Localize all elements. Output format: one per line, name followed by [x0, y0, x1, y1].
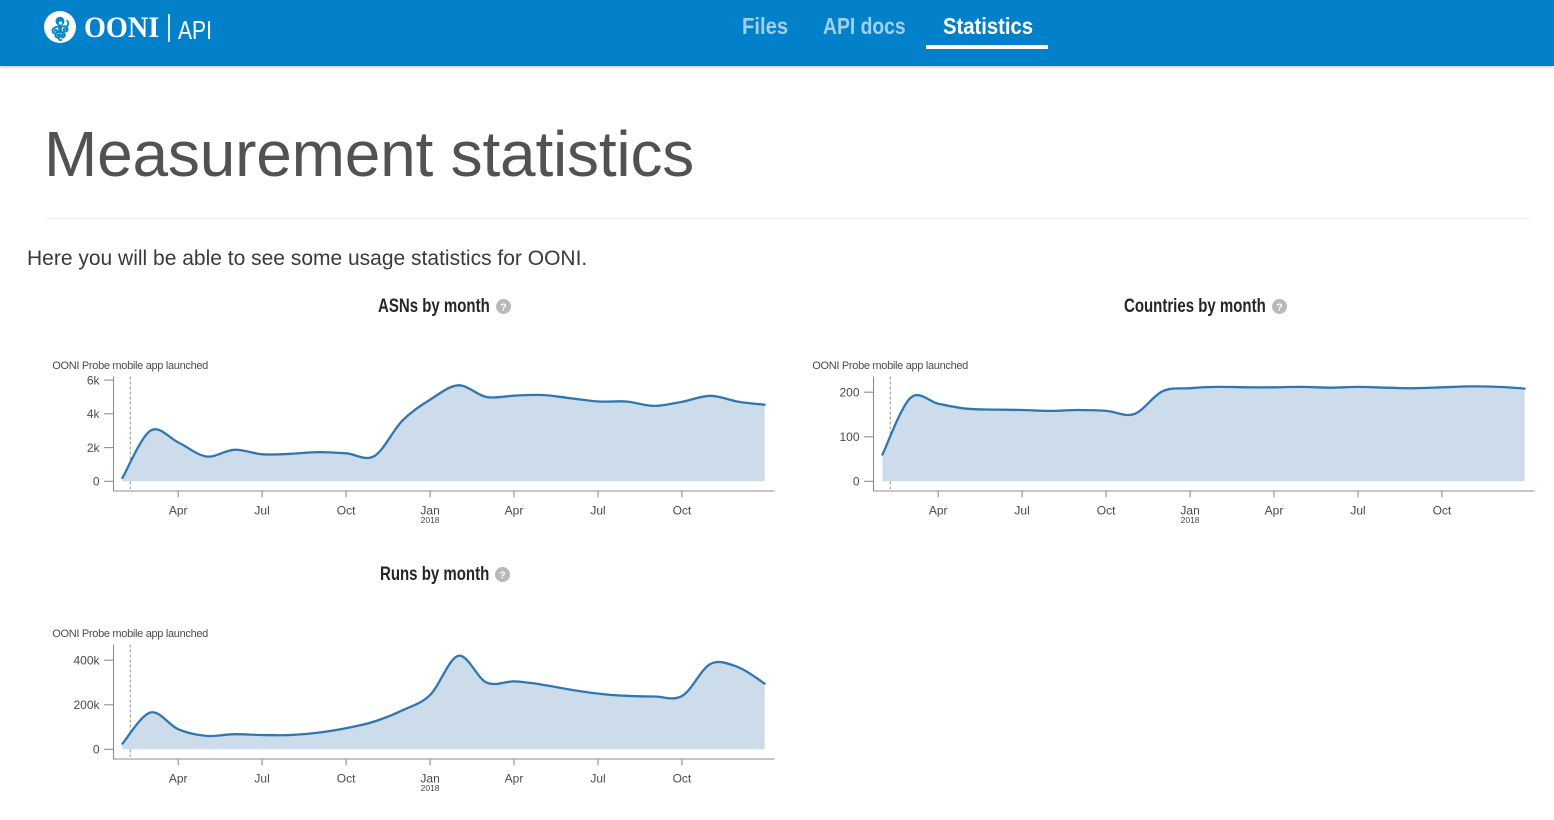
svg-text:Apr: Apr	[169, 503, 188, 517]
svg-text:OONI Probe mobile app launched: OONI Probe mobile app launched	[52, 628, 208, 640]
svg-text:Jul: Jul	[590, 771, 605, 785]
svg-text:Oct: Oct	[673, 503, 692, 517]
svg-text:OONI Probe mobile app launched: OONI Probe mobile app launched	[812, 360, 968, 372]
svg-text:Jul: Jul	[254, 503, 269, 517]
svg-text:6k: 6k	[87, 373, 101, 387]
svg-text:2k: 2k	[87, 441, 101, 455]
svg-text:Apr: Apr	[1265, 503, 1284, 517]
svg-text:200k: 200k	[73, 698, 100, 712]
svg-text:Apr: Apr	[929, 503, 948, 517]
svg-text:Jul: Jul	[1014, 503, 1029, 517]
svg-text:Jul: Jul	[590, 503, 605, 517]
svg-text:100: 100	[839, 430, 859, 444]
svg-text:Apr: Apr	[505, 503, 524, 517]
svg-text:OONI Probe mobile app launched: OONI Probe mobile app launched	[52, 360, 208, 372]
svg-text:Oct: Oct	[337, 503, 356, 517]
svg-text:Oct: Oct	[1097, 503, 1116, 517]
svg-text:0: 0	[853, 475, 860, 489]
svg-text:Apr: Apr	[505, 771, 524, 785]
svg-text:Jul: Jul	[254, 771, 269, 785]
svg-text:Oct: Oct	[337, 771, 356, 785]
svg-text:2018: 2018	[421, 783, 440, 793]
svg-text:4k: 4k	[87, 407, 101, 421]
svg-text:Oct: Oct	[1433, 503, 1452, 517]
svg-text:400k: 400k	[73, 653, 100, 667]
svg-text:0: 0	[93, 475, 100, 489]
svg-text:2018: 2018	[421, 515, 440, 525]
svg-text:0: 0	[93, 743, 100, 757]
svg-text:Jul: Jul	[1350, 503, 1365, 517]
svg-text:Oct: Oct	[673, 771, 692, 785]
svg-text:200: 200	[839, 385, 859, 399]
svg-text:2018: 2018	[1181, 515, 1200, 525]
svg-text:Apr: Apr	[169, 771, 188, 785]
